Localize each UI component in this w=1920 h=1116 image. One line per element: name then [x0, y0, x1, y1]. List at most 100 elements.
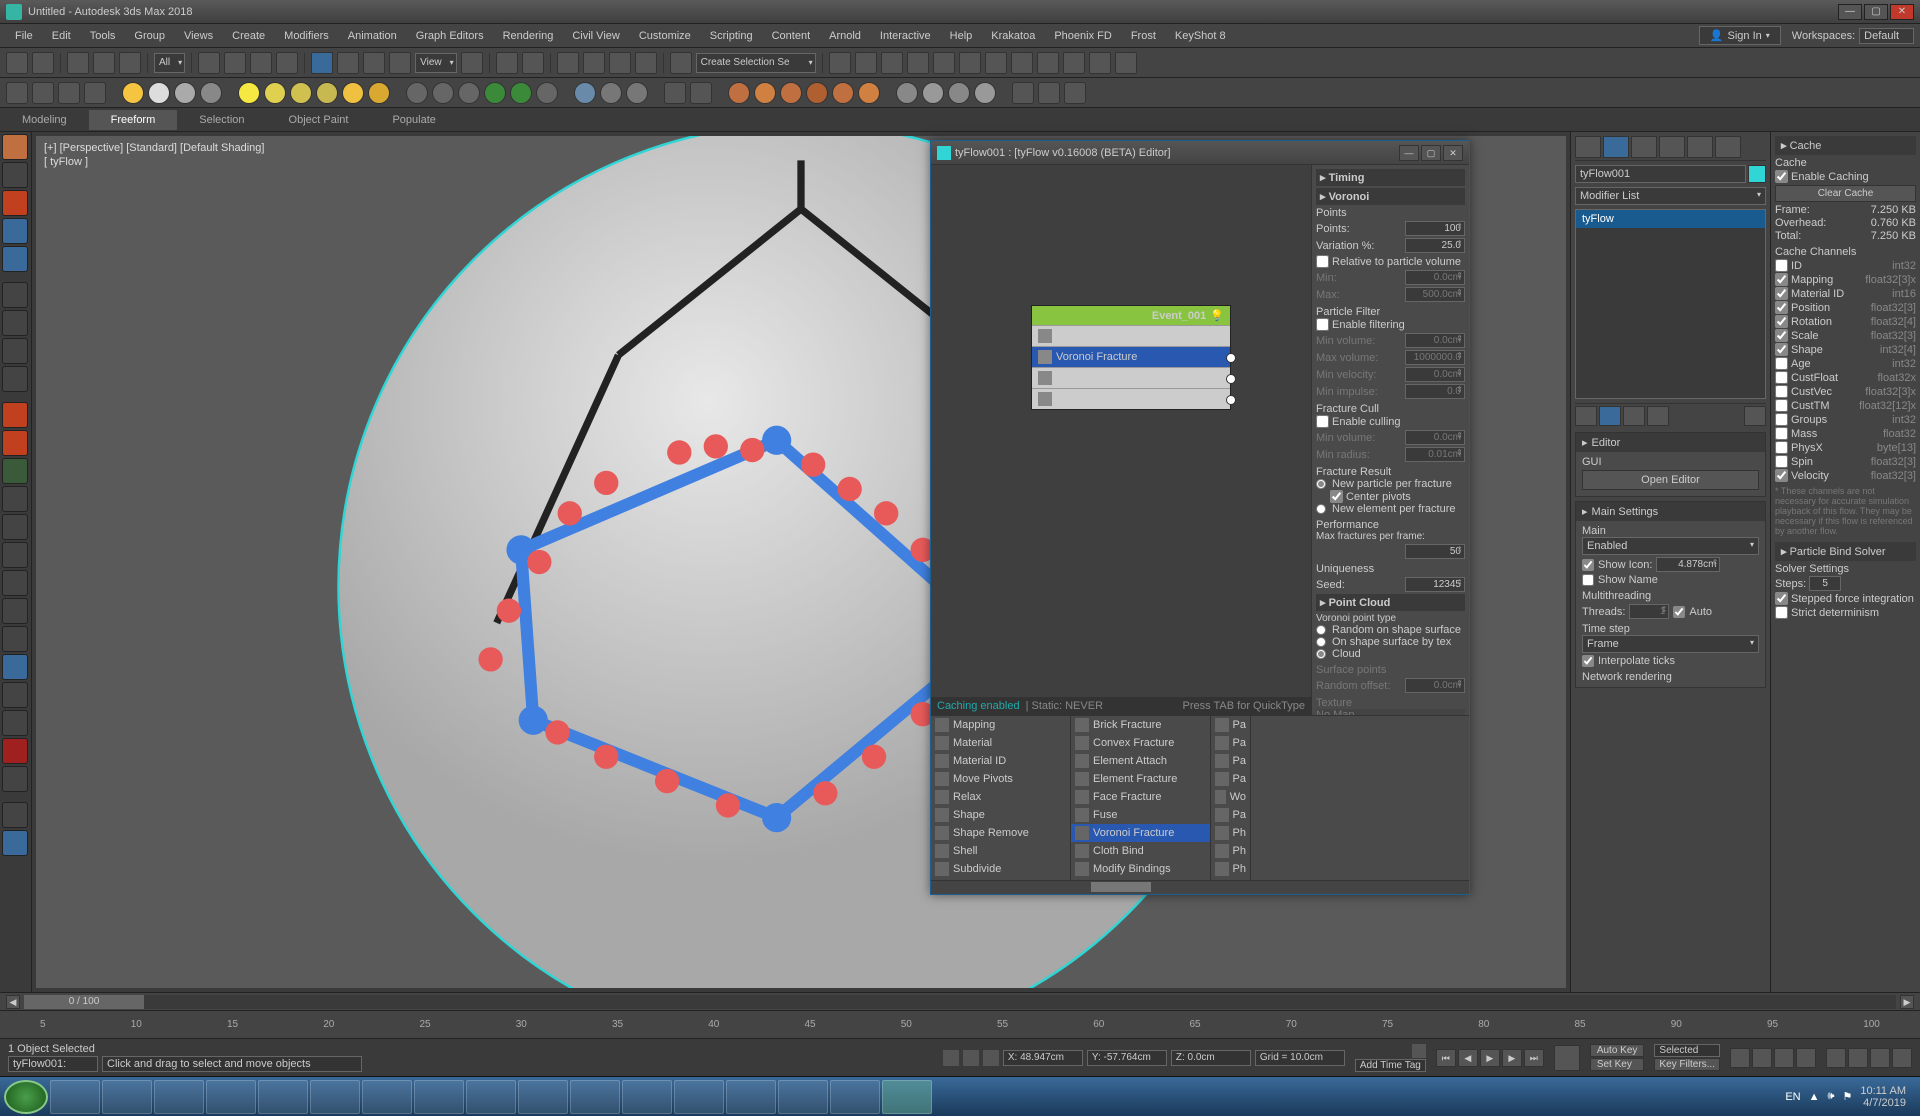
start-button[interactable] [4, 1080, 48, 1114]
particle-icon[interactable] [510, 82, 532, 104]
keyboard-button[interactable] [522, 52, 544, 74]
depot-op-face-fracture[interactable]: Face Fracture [1071, 788, 1210, 806]
orange-sphere-icon[interactable] [780, 82, 802, 104]
taskbar-item-app[interactable] [622, 1080, 672, 1114]
orange-sphere-icon[interactable] [832, 82, 854, 104]
menu-help[interactable]: Help [941, 27, 982, 45]
isolate-icon[interactable] [963, 1050, 979, 1066]
left-tool-icon[interactable] [2, 830, 28, 856]
timeslider-right-button[interactable]: ▶ [1900, 995, 1914, 1009]
tool-icon[interactable] [58, 82, 80, 104]
taskbar-item-unreal[interactable] [778, 1080, 828, 1114]
event-op-birth-shape[interactable]: Birth Shape [1032, 325, 1230, 346]
tyflow-editor-window[interactable]: tyFlow001 : [tyFlow v0.16008 (BETA) Edit… [930, 140, 1470, 895]
taskbar-item-firefox[interactable] [466, 1080, 516, 1114]
modify-tab[interactable] [1603, 136, 1629, 158]
depot-op-pa[interactable]: Pa [1211, 752, 1250, 770]
modifier-stack[interactable]: tyFlow [1575, 209, 1766, 399]
window-crossing-button[interactable] [276, 52, 298, 74]
cache-channel-check[interactable] [1775, 413, 1788, 426]
cache-channel-check[interactable] [1775, 385, 1788, 398]
fire-icon[interactable] [2, 430, 28, 456]
remove-button[interactable] [1647, 406, 1669, 426]
sphere-icon[interactable] [238, 82, 260, 104]
particle-icon[interactable] [432, 82, 454, 104]
menu-arnold[interactable]: Arnold [820, 27, 870, 45]
cache-channel-check[interactable] [1775, 259, 1788, 272]
threads-spinner[interactable]: 1 [1629, 604, 1669, 619]
enable-culling-check[interactable] [1316, 415, 1329, 428]
percent-snap-button[interactable] [609, 52, 631, 74]
snap-button[interactable] [557, 52, 579, 74]
show-result-button[interactable] [1599, 406, 1621, 426]
hierarchy-tab[interactable] [1631, 136, 1657, 158]
center-pivots-check[interactable] [1330, 490, 1343, 503]
menu-rendering[interactable]: Rendering [494, 27, 563, 45]
menu-civil-view[interactable]: Civil View [563, 27, 628, 45]
cache-channel-check[interactable] [1775, 455, 1788, 468]
event-op-element-attach[interactable]: Element Attach [1032, 367, 1230, 388]
menu-modifiers[interactable]: Modifiers [275, 27, 338, 45]
left-tool-icon[interactable] [2, 162, 28, 188]
pin-stack-button[interactable] [1575, 406, 1597, 426]
tool-icon[interactable] [6, 82, 28, 104]
cache-channel-check[interactable] [1775, 329, 1788, 342]
cache-channel-check[interactable] [1775, 315, 1788, 328]
enable-filtering-check[interactable] [1316, 318, 1329, 331]
configure-button[interactable] [1744, 406, 1766, 426]
taskbar-item-opera[interactable] [570, 1080, 620, 1114]
nav-icon[interactable] [1870, 1048, 1890, 1068]
object-color-swatch[interactable] [1748, 165, 1766, 183]
cache-channel-check[interactable] [1775, 469, 1788, 482]
event-op-display-geometry-[interactable]: Display (Geometry) [1032, 388, 1230, 409]
points-spinner[interactable]: 100 [1405, 221, 1465, 236]
gray-sphere-icon[interactable] [974, 82, 996, 104]
nav-icon[interactable] [1752, 1048, 1772, 1068]
online-button[interactable] [1089, 52, 1111, 74]
taskbar-item-chrome2[interactable] [726, 1080, 776, 1114]
cache-channel-check[interactable] [1775, 287, 1788, 300]
play-icon[interactable] [2, 282, 28, 308]
left-tool-icon[interactable] [2, 710, 28, 736]
schematic-button[interactable] [959, 52, 981, 74]
new-element-radio[interactable] [1316, 504, 1326, 514]
depot-op-ph[interactable]: Ph [1211, 842, 1250, 860]
taskbar-item-ie[interactable] [50, 1080, 100, 1114]
editor-head[interactable]: Editor [1592, 437, 1621, 449]
ribbon-tab-object-paint[interactable]: Object Paint [267, 110, 371, 130]
orange-sphere-icon[interactable] [806, 82, 828, 104]
unique-button[interactable] [1623, 406, 1645, 426]
menu-keyshot-8[interactable]: KeyShot 8 [1166, 27, 1235, 45]
cache-channel-check[interactable] [1775, 441, 1788, 454]
move-button[interactable] [311, 52, 333, 74]
sphere-icon[interactable] [264, 82, 286, 104]
timing-head[interactable]: Timing [1329, 172, 1365, 184]
menu-edit[interactable]: Edit [43, 27, 80, 45]
taskbar-item-media[interactable] [154, 1080, 204, 1114]
enabled-combo[interactable]: Enabled [1582, 537, 1759, 555]
clock[interactable]: 10:11 AM 4/7/2019 [1860, 1085, 1906, 1109]
modifier-list-combo[interactable]: Modifier List [1575, 187, 1766, 205]
misc-icon[interactable] [1064, 82, 1086, 104]
show-icon-check[interactable] [1582, 559, 1594, 571]
taskbar-item-chrome[interactable] [414, 1080, 464, 1114]
layer-button[interactable] [881, 52, 903, 74]
create-tab[interactable] [1575, 136, 1601, 158]
mat-editor-button[interactable] [985, 52, 1007, 74]
orange-sphere-icon[interactable] [858, 82, 880, 104]
light-icon[interactable] [200, 82, 222, 104]
viewport-sublabel[interactable]: [ tyFlow ] [44, 156, 88, 168]
taskbar-item-app[interactable] [674, 1080, 724, 1114]
depot-op-wo[interactable]: Wo [1211, 788, 1250, 806]
menu-views[interactable]: Views [175, 27, 222, 45]
sphere-icon[interactable] [368, 82, 390, 104]
time-tag-icon[interactable] [1412, 1044, 1426, 1058]
selection-set-combo[interactable]: Create Selection Se [696, 53, 816, 73]
seed-spinner[interactable]: 12345 [1405, 577, 1465, 592]
steps-spinner[interactable]: 5 [1809, 576, 1841, 591]
depot-op-ph[interactable]: Ph [1211, 860, 1250, 878]
tyflow-scrollbar[interactable] [931, 880, 1469, 894]
display-tab[interactable] [1687, 136, 1713, 158]
left-tool-icon[interactable] [2, 246, 28, 272]
menu-graph-editors[interactable]: Graph Editors [407, 27, 493, 45]
